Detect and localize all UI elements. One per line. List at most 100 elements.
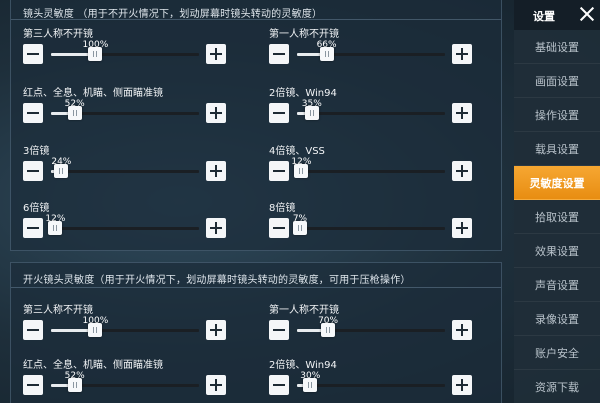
slider-thumb[interactable] — [303, 378, 318, 392]
minus-icon — [27, 329, 39, 331]
slider-thumb[interactable] — [88, 47, 103, 61]
slider-label: 2倍镜、Win94 — [269, 360, 337, 371]
minus-icon — [273, 53, 285, 55]
sensitivity-slider-control: 2倍镜、Win94 30% — [269, 356, 479, 402]
slider-track[interactable] — [292, 221, 445, 235]
decrease-button[interactable] — [23, 44, 43, 64]
sidebar-menu-item[interactable]: 载具设置 — [514, 132, 600, 166]
slider-track[interactable] — [297, 378, 445, 392]
sidebar-menu-item[interactable]: 拾取设置 — [514, 200, 600, 234]
increase-button[interactable] — [452, 103, 472, 123]
increase-button[interactable] — [452, 161, 472, 181]
decrease-button[interactable] — [269, 103, 289, 123]
slider-track[interactable] — [297, 47, 445, 61]
slider-thumb[interactable] — [294, 164, 309, 178]
sensitivity-slider-control: 2倍镜、Win94 35% — [269, 84, 479, 130]
decrease-button[interactable] — [269, 44, 289, 64]
settings-sidebar: 设置 基础设置 画面设置 操作设置 载具设置 灵敏度设置 拾取设置 效果设置 声音设置 录像设置… — [514, 0, 600, 403]
minus-icon — [27, 112, 39, 114]
slider-label: 2倍镜、Win94 — [269, 88, 337, 99]
increase-button[interactable] — [206, 103, 226, 123]
minus-icon — [273, 170, 285, 172]
sidebar-menu-item[interactable]: 操作设置 — [514, 98, 600, 132]
increase-button[interactable] — [452, 218, 472, 238]
slider-label: 红点、全息、机瞄、侧面瞄准镜 — [23, 88, 163, 99]
sensitivity-slider-control: 第一人称不开镜 70% — [269, 301, 479, 347]
minus-icon — [27, 53, 39, 55]
slider-track[interactable] — [51, 106, 199, 120]
slider-label: 3倍镜 — [23, 146, 50, 157]
section-divider — [11, 287, 501, 288]
slider-track[interactable] — [51, 47, 199, 61]
slider-track[interactable] — [51, 164, 199, 178]
increase-button[interactable] — [452, 375, 472, 395]
decrease-button[interactable] — [23, 103, 43, 123]
slider-label: 6倍镜 — [23, 203, 50, 214]
slider-track[interactable] — [297, 106, 445, 120]
sidebar-menu-item[interactable]: 声音设置 — [514, 268, 600, 302]
minus-icon — [273, 329, 285, 331]
minus-icon — [27, 384, 39, 386]
close-icon[interactable] — [578, 5, 596, 23]
slider-thumb[interactable] — [88, 323, 103, 337]
slider-thumb[interactable] — [48, 221, 63, 235]
decrease-button[interactable] — [23, 375, 43, 395]
decrease-button[interactable] — [23, 161, 43, 181]
slider-track[interactable] — [51, 378, 199, 392]
slider-label: 4倍镜、VSS — [269, 146, 325, 157]
slider-label: 第三人称不开镜 — [23, 29, 93, 40]
sidebar-menu-item[interactable]: 灵敏度设置 — [514, 166, 600, 200]
sensitivity-slider-control: 6倍镜 12% — [23, 199, 233, 245]
minus-icon — [27, 170, 39, 172]
slider-thumb[interactable] — [292, 221, 307, 235]
sensitivity-slider-control: 第三人称不开镜 100% — [23, 25, 233, 71]
slider-track[interactable] — [294, 164, 445, 178]
slider-thumb[interactable] — [319, 47, 334, 61]
minus-icon — [273, 227, 285, 229]
slider-label: 第三人称不开镜 — [23, 305, 93, 316]
increase-button[interactable] — [206, 218, 226, 238]
slider-track[interactable] — [297, 323, 445, 337]
slider-thumb[interactable] — [67, 378, 82, 392]
increase-button[interactable] — [206, 44, 226, 64]
minus-icon — [27, 227, 39, 229]
sensitivity-slider-control: 红点、全息、机瞄、侧面瞄准镜 52% — [23, 356, 233, 402]
sensitivity-slider-control: 第三人称不开镜 100% — [23, 301, 233, 347]
slider-label: 第一人称不开镜 — [269, 305, 339, 316]
increase-button[interactable] — [452, 320, 472, 340]
slider-thumb[interactable] — [67, 106, 82, 120]
decrease-button[interactable] — [23, 218, 43, 238]
camera-section-title: 镜头灵敏度 （用于不开火情况下，划动屏幕时镜头转动的灵敏度） — [23, 9, 323, 20]
minus-icon — [273, 112, 285, 114]
sidebar-menu-item[interactable]: 资源下载 — [514, 370, 600, 403]
sidebar-menu-item[interactable]: 效果设置 — [514, 234, 600, 268]
increase-button[interactable] — [206, 320, 226, 340]
sidebar-menu-item[interactable]: 基础设置 — [514, 30, 600, 64]
sidebar-menu-item[interactable]: 录像设置 — [514, 302, 600, 336]
increase-button[interactable] — [206, 161, 226, 181]
sensitivity-slider-control: 第一人称不开镜 66% — [269, 25, 479, 71]
increase-button[interactable] — [206, 375, 226, 395]
slider-track[interactable] — [51, 323, 199, 337]
sidebar-title: 设置 — [533, 10, 555, 23]
slider-label: 8倍镜 — [269, 203, 296, 214]
increase-button[interactable] — [452, 44, 472, 64]
sidebar-menu-item[interactable]: 账户安全 — [514, 336, 600, 370]
fire-sensitivity-panel: 开火镜头灵敏度（用于开火情况下，划动屏幕时镜头转动的灵敏度，可用于压枪操作） 第… — [10, 262, 502, 403]
slider-track[interactable] — [48, 221, 199, 235]
slider-label: 第一人称不开镜 — [269, 29, 339, 40]
fire-section-title: 开火镜头灵敏度（用于开火情况下，划动屏幕时镜头转动的灵敏度，可用于压枪操作） — [23, 275, 411, 286]
slider-thumb[interactable] — [304, 106, 319, 120]
decrease-button[interactable] — [269, 218, 289, 238]
slider-thumb[interactable] — [321, 323, 336, 337]
section-divider — [11, 19, 501, 20]
slider-thumb[interactable] — [54, 164, 69, 178]
decrease-button[interactable] — [23, 320, 43, 340]
sensitivity-slider-control: 8倍镜 7% — [269, 199, 479, 245]
decrease-button[interactable] — [269, 375, 289, 395]
decrease-button[interactable] — [269, 161, 289, 181]
sidebar-menu-item[interactable]: 画面设置 — [514, 64, 600, 98]
slider-label: 红点、全息、机瞄、侧面瞄准镜 — [23, 360, 163, 371]
decrease-button[interactable] — [269, 320, 289, 340]
camera-sensitivity-panel: 镜头灵敏度 （用于不开火情况下，划动屏幕时镜头转动的灵敏度） 第三人称不开镜 10… — [10, 0, 502, 251]
